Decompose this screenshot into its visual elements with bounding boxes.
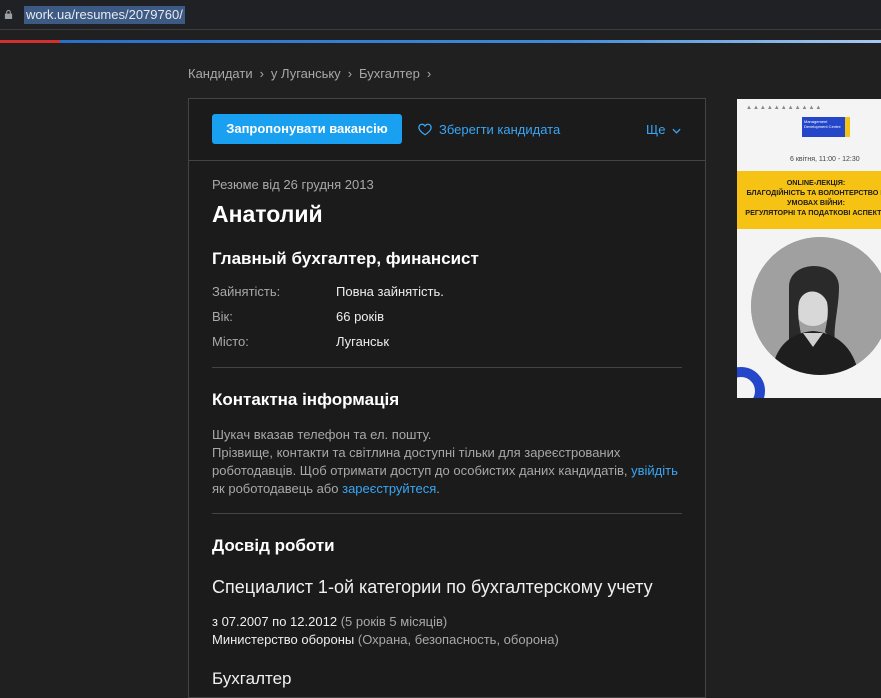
progress-stripe-blue	[60, 40, 881, 43]
save-candidate-label: Зберегти кандидата	[439, 122, 561, 137]
property-value: Луганськ	[336, 334, 390, 349]
lock-icon	[4, 10, 13, 19]
breadcrumb-item-city[interactable]: у Луганську	[271, 66, 341, 81]
ad-line-1: ONLINE-ЛЕКЦІЯ:	[786, 178, 846, 187]
property-employment: Зайнятість: Повна зайнятість.	[212, 284, 682, 309]
breadcrumb-separator: ›	[347, 66, 353, 81]
ad-date: 6 квітня, 11:00 - 12:30	[790, 156, 860, 163]
property-label: Зайнятість:	[212, 284, 281, 299]
property-age: Вік: 66 років	[212, 309, 682, 334]
heart-icon	[418, 123, 432, 136]
property-label: Вік:	[212, 309, 233, 324]
job-company: Министерство обороны (Охрана, безопаснос…	[212, 632, 682, 647]
contact-line-2: Прізвище, контакти та світлина доступні …	[212, 444, 682, 480]
resume-card: Запропонувати вакансію Зберегти кандидат…	[188, 98, 706, 698]
breadcrumb-item-category[interactable]: Бухгалтер	[359, 66, 420, 81]
property-label: Місто:	[212, 334, 249, 349]
breadcrumb-separator: ›	[259, 66, 264, 81]
register-link[interactable]: зареєструйтеся	[342, 481, 436, 496]
divider	[212, 367, 682, 368]
breadcrumb-item-candidates[interactable]: Кандидати	[188, 66, 253, 81]
resume-content: Резюме від 26 грудня 2013 Анатолий Главн…	[212, 177, 682, 689]
candidate-position: Главный бухгалтер, финансист	[212, 249, 479, 268]
login-link[interactable]: увійдіть	[631, 463, 678, 478]
address-bar[interactable]: work.ua/resumes/2079760/	[0, 0, 881, 30]
breadcrumb: Кандидати › у Луганську › Бухгалтер ›	[188, 66, 438, 81]
contact-line-2-text: Прізвище, контакти та світлина доступні …	[212, 445, 628, 478]
contact-info-text: Шукач вказав телефон та ел. пошту. Прізв…	[212, 426, 682, 498]
breadcrumb-separator: ›	[426, 66, 432, 81]
contact-line-3-text: як роботодавець або	[212, 481, 339, 496]
contact-line-end: .	[436, 481, 440, 496]
progress-stripe-red	[0, 40, 60, 43]
action-bar: Запропонувати вакансію Зберегти кандидат…	[189, 99, 705, 161]
candidate-name: Анатолий	[212, 201, 323, 227]
divider	[212, 513, 682, 514]
mdc-logo-text: Management Development Centre	[804, 119, 841, 129]
more-label: Ще	[646, 122, 666, 137]
job-title: Специалист 1-ой категории по бухгалтерск…	[212, 577, 653, 597]
save-candidate-button[interactable]: Зберегти кандидата	[418, 122, 560, 137]
more-dropdown[interactable]: Ще	[646, 122, 681, 137]
chevron-down-icon	[672, 128, 681, 134]
contact-line-3: як роботодавець або зареєструйтеся.	[212, 480, 682, 498]
job-title: Бухгалтер	[212, 669, 292, 688]
ad-banner[interactable]: ▲▲▲▲▲▲▲▲▲▲▲ Management Development Centr…	[737, 99, 881, 398]
ad-line-4: РЕГУЛЯТОРНІ ТА ПОДАТКОВІ АСПЕКТИ	[745, 208, 881, 217]
experience-heading: Досвід роботи	[212, 536, 335, 555]
property-value: 66 років	[336, 309, 385, 324]
mdc-logo-bar	[845, 117, 850, 137]
ad-line-2: БЛАГОДІЙНІСТЬ ТА ВОЛОНТЕРСТВО В	[746, 188, 881, 197]
company-name: Министерство обороны	[212, 632, 355, 647]
speaker-photo	[751, 237, 881, 375]
ad-line-3: УМОВАХ ВІЙНИ:	[787, 198, 845, 207]
decorative-circle	[737, 367, 765, 398]
contact-heading: Контактна інформація	[212, 390, 400, 409]
speaker-silhouette-icon	[751, 237, 881, 375]
property-city: Місто: Луганськ	[212, 334, 682, 359]
decorative-dots: ▲▲▲▲▲▲▲▲▲▲▲	[746, 105, 823, 111]
job-duration: (5 років 5 місяців)	[340, 614, 448, 629]
offer-vacancy-button[interactable]: Запропонувати вакансію	[212, 114, 402, 144]
property-value: Повна зайнятість.	[336, 284, 444, 299]
resume-date: Резюме від 26 грудня 2013	[212, 177, 374, 192]
resume-properties: Зайнятість: Повна зайнятість. Вік: 66 ро…	[212, 284, 682, 359]
job-period: з 07.2007 по 12.2012 (5 років 5 місяців)	[212, 614, 682, 629]
url-text[interactable]: work.ua/resumes/2079760/	[24, 6, 185, 24]
job-dates: з 07.2007 по 12.2012	[212, 614, 338, 629]
ad-headline: ONLINE-ЛЕКЦІЯ: БЛАГОДІЙНІСТЬ ТА ВОЛОНТЕР…	[741, 178, 881, 218]
company-industry: (Охрана, безопасность, оборона)	[357, 632, 559, 647]
contact-line-1: Шукач вказав телефон та ел. пошту.	[212, 427, 432, 442]
